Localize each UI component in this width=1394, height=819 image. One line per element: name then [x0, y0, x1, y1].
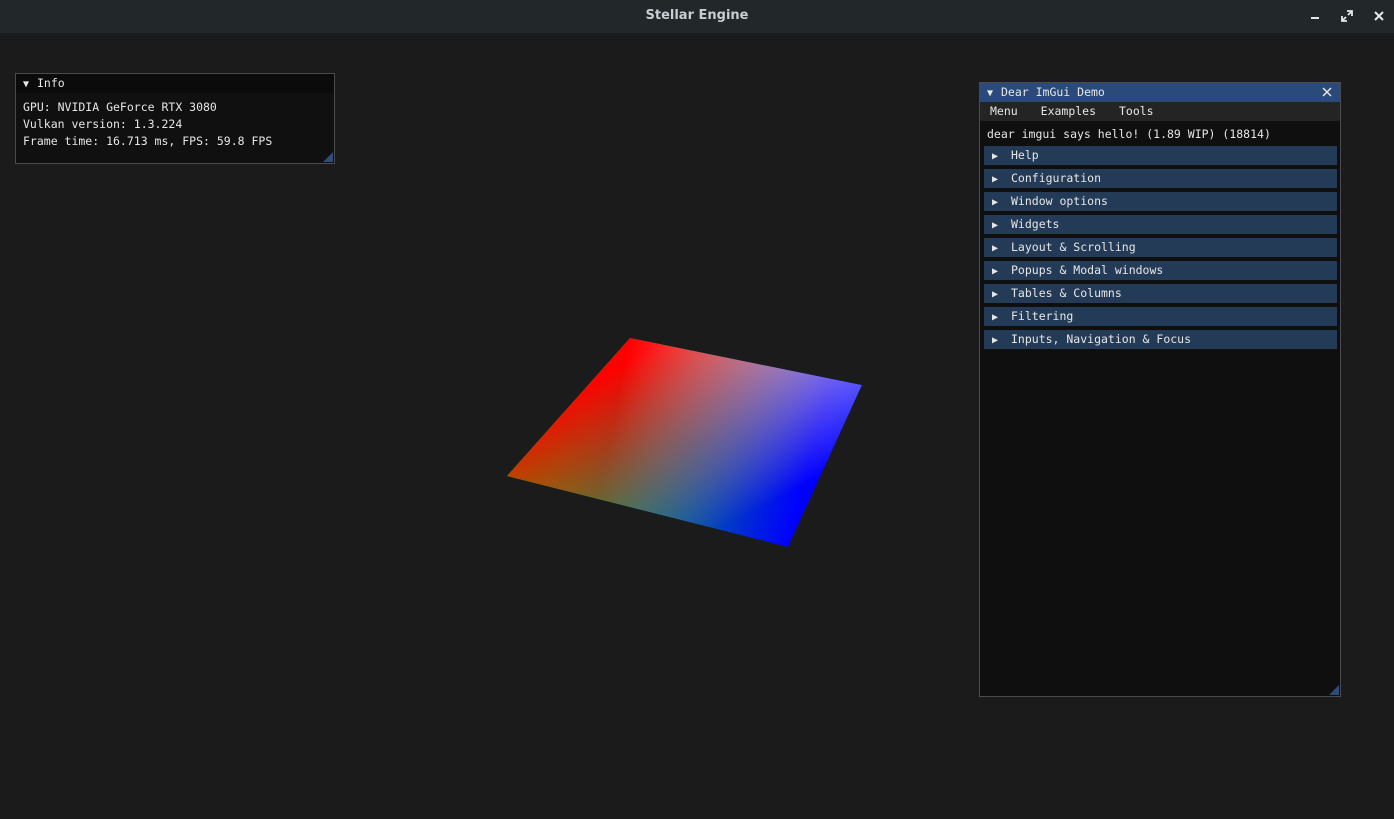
- info-window-body: GPU: NVIDIA GeForce RTX 3080 Vulkan vers…: [16, 93, 334, 156]
- resize-grip[interactable]: [323, 152, 333, 162]
- section-popups-modal[interactable]: ▶ Popups & Modal windows: [984, 261, 1337, 280]
- expand-arrow-icon: ▶: [992, 335, 999, 346]
- demo-close-button[interactable]: [1320, 85, 1334, 99]
- section-label: Filtering: [1011, 309, 1074, 323]
- vulkan-version: Vulkan version: 1.3.224: [23, 117, 183, 131]
- section-layout-scrolling[interactable]: ▶ Layout & Scrolling: [984, 238, 1337, 257]
- demo-sections: ▶ Help ▶ Configuration ▶ Window options ▶ Wi…: [980, 146, 1340, 349]
- section-widgets[interactable]: ▶ Widgets: [984, 215, 1337, 234]
- expand-arrow-icon: ▶: [992, 151, 999, 162]
- resize-grip[interactable]: [1329, 685, 1339, 695]
- info-window-titlebar[interactable]: ▼ Info: [16, 74, 334, 93]
- hello-text: dear imgui says hello! (1.89 WIP) (18814…: [987, 127, 1271, 141]
- section-tables-columns[interactable]: ▶ Tables & Columns: [984, 284, 1337, 303]
- section-label: Window options: [1011, 194, 1108, 208]
- expand-arrow-icon: ▶: [992, 266, 999, 277]
- section-label: Layout & Scrolling: [1011, 240, 1136, 254]
- info-window-title: Info: [37, 76, 65, 90]
- demo-window-titlebar[interactable]: ▼ Dear ImGui Demo: [980, 83, 1340, 102]
- imgui-demo-window[interactable]: ▼ Dear ImGui Demo Menu Examples Tools dea…: [979, 82, 1341, 697]
- section-window-options[interactable]: ▶ Window options: [984, 192, 1337, 211]
- close-icon: [1322, 87, 1332, 97]
- demo-menubar: Menu Examples Tools: [980, 102, 1340, 121]
- expand-arrow-icon: ▶: [992, 289, 999, 300]
- gpu-info: GPU: NVIDIA GeForce RTX 3080: [23, 100, 217, 114]
- section-filtering[interactable]: ▶ Filtering: [984, 307, 1337, 326]
- menu-examples[interactable]: Examples: [1041, 102, 1096, 121]
- section-label: Tables & Columns: [1011, 286, 1122, 300]
- expand-arrow-icon: ▶: [992, 243, 999, 254]
- expand-arrow-icon: ▶: [992, 220, 999, 231]
- demo-window-title: Dear ImGui Demo: [1001, 85, 1105, 99]
- section-inputs-navigation-focus[interactable]: ▶ Inputs, Navigation & Focus: [984, 330, 1337, 349]
- info-window[interactable]: ▼ Info GPU: NVIDIA GeForce RTX 3080 Vulka…: [15, 73, 335, 164]
- expand-arrow-icon: ▶: [992, 312, 999, 323]
- menu-tools[interactable]: Tools: [1119, 102, 1154, 121]
- expand-arrow-icon: ▶: [992, 174, 999, 185]
- frame-time: Frame time: 16.713 ms, FPS: 59.8 FPS: [23, 134, 273, 148]
- section-label: Help: [1011, 148, 1039, 162]
- section-configuration[interactable]: ▶ Configuration: [984, 169, 1337, 188]
- quad-top: [507, 338, 862, 547]
- expand-arrow-icon: ▶: [992, 197, 999, 208]
- section-label: Configuration: [1011, 171, 1102, 185]
- collapse-arrow-icon[interactable]: ▼: [23, 75, 33, 94]
- collapse-arrow-icon[interactable]: ▼: [987, 84, 997, 103]
- section-label: Widgets: [1011, 217, 1060, 231]
- section-label: Popups & Modal windows: [1011, 263, 1164, 277]
- section-label: Inputs, Navigation & Focus: [1011, 332, 1192, 346]
- menu-menu[interactable]: Menu: [990, 102, 1018, 121]
- section-help[interactable]: ▶ Help: [984, 146, 1337, 165]
